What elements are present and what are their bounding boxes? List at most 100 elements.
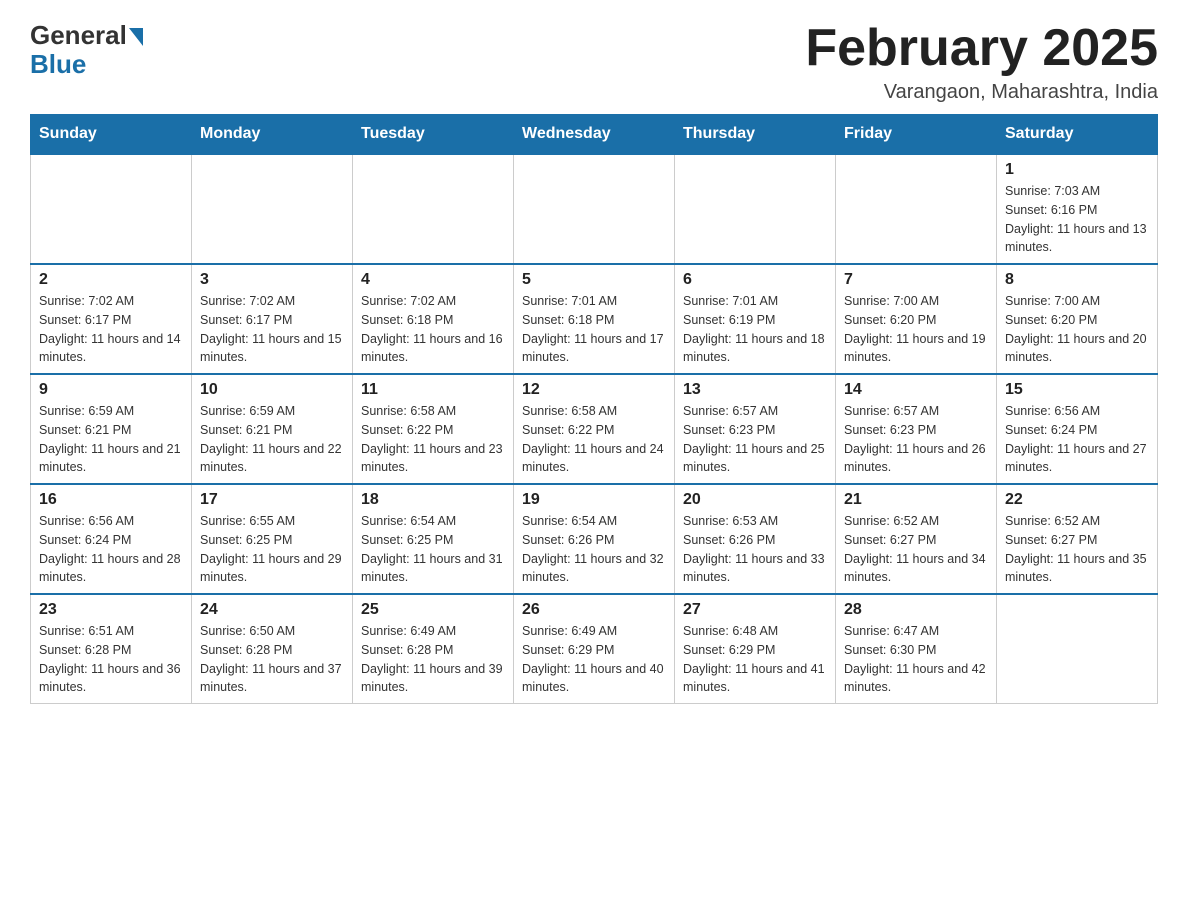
header-thursday: Thursday (675, 115, 836, 155)
day-info: Sunrise: 7:02 AMSunset: 6:17 PMDaylight:… (39, 292, 183, 367)
day-number: 24 (200, 601, 344, 619)
day-info: Sunrise: 6:58 AMSunset: 6:22 PMDaylight:… (361, 402, 505, 477)
day-info: Sunrise: 6:56 AMSunset: 6:24 PMDaylight:… (1005, 402, 1149, 477)
calendar-cell: 6 Sunrise: 7:01 AMSunset: 6:19 PMDaylight… (675, 264, 836, 374)
calendar-cell: 10 Sunrise: 6:59 AMSunset: 6:21 PMDayligh… (192, 374, 353, 484)
day-info: Sunrise: 7:00 AMSunset: 6:20 PMDaylight:… (1005, 292, 1149, 367)
day-number: 15 (1005, 381, 1149, 399)
day-number: 1 (1005, 161, 1149, 179)
day-number: 10 (200, 381, 344, 399)
header-wednesday: Wednesday (514, 115, 675, 155)
day-number: 22 (1005, 491, 1149, 509)
header-monday: Monday (192, 115, 353, 155)
header-saturday: Saturday (997, 115, 1158, 155)
week-row-3: 9Sunrise: 6:59 AMSunset: 6:21 PMDaylight… (31, 374, 1158, 484)
day-number: 20 (683, 491, 827, 509)
day-info: Sunrise: 6:57 AMSunset: 6:23 PMDaylight:… (844, 402, 988, 477)
calendar-cell: 5 Sunrise: 7:01 AMSunset: 6:18 PMDaylight… (514, 264, 675, 374)
day-number: 26 (522, 601, 666, 619)
day-info: Sunrise: 6:54 AMSunset: 6:26 PMDaylight:… (522, 512, 666, 587)
logo-arrow-icon (129, 28, 143, 46)
logo: General Blue (30, 20, 143, 80)
calendar-cell: 8 Sunrise: 7:00 AMSunset: 6:20 PMDaylight… (997, 264, 1158, 374)
day-number: 21 (844, 491, 988, 509)
calendar-cell (997, 594, 1158, 704)
calendar-cell: 20 Sunrise: 6:53 AMSunset: 6:26 PMDayligh… (675, 484, 836, 594)
week-row-1: 1 Sunrise: 7:03 AMSunset: 6:16 PMDaylight… (31, 154, 1158, 264)
day-number: 18 (361, 491, 505, 509)
day-info: Sunrise: 7:01 AMSunset: 6:18 PMDaylight:… (522, 292, 666, 367)
day-number: 3 (200, 271, 344, 289)
day-info: Sunrise: 6:53 AMSunset: 6:26 PMDaylight:… (683, 512, 827, 587)
logo-blue-text: Blue (30, 49, 86, 80)
day-number: 13 (683, 381, 827, 399)
calendar-cell (514, 154, 675, 264)
day-number: 23 (39, 601, 183, 619)
day-number: 2 (39, 271, 183, 289)
day-info: Sunrise: 6:56 AMSunset: 6:24 PMDaylight:… (39, 512, 183, 587)
day-info: Sunrise: 7:01 AMSunset: 6:19 PMDaylight:… (683, 292, 827, 367)
calendar-cell (675, 154, 836, 264)
header-tuesday: Tuesday (353, 115, 514, 155)
weekday-header-row: Sunday Monday Tuesday Wednesday Thursday… (31, 115, 1158, 155)
week-row-2: 2 Sunrise: 7:02 AMSunset: 6:17 PMDaylight… (31, 264, 1158, 374)
day-info: Sunrise: 6:49 AMSunset: 6:29 PMDaylight:… (522, 622, 666, 697)
calendar-cell: 7 Sunrise: 7:00 AMSunset: 6:20 PMDaylight… (836, 264, 997, 374)
calendar-cell: 27Sunrise: 6:48 AMSunset: 6:29 PMDayligh… (675, 594, 836, 704)
calendar-cell: 28 Sunrise: 6:47 AMSunset: 6:30 PMDayligh… (836, 594, 997, 704)
calendar-cell: 14 Sunrise: 6:57 AMSunset: 6:23 PMDayligh… (836, 374, 997, 484)
calendar-table: Sunday Monday Tuesday Wednesday Thursday… (30, 114, 1158, 704)
day-info: Sunrise: 6:47 AMSunset: 6:30 PMDaylight:… (844, 622, 988, 697)
calendar-cell: 16Sunrise: 6:56 AMSunset: 6:24 PMDayligh… (31, 484, 192, 594)
logo-general-text: General (30, 20, 127, 51)
day-info: Sunrise: 6:55 AMSunset: 6:25 PMDaylight:… (200, 512, 344, 587)
calendar-cell (353, 154, 514, 264)
calendar-cell: 2 Sunrise: 7:02 AMSunset: 6:17 PMDaylight… (31, 264, 192, 374)
day-number: 14 (844, 381, 988, 399)
header-friday: Friday (836, 115, 997, 155)
day-info: Sunrise: 6:49 AMSunset: 6:28 PMDaylight:… (361, 622, 505, 697)
day-number: 5 (522, 271, 666, 289)
calendar-cell: 19 Sunrise: 6:54 AMSunset: 6:26 PMDayligh… (514, 484, 675, 594)
day-info: Sunrise: 6:59 AMSunset: 6:21 PMDaylight:… (200, 402, 344, 477)
day-info: Sunrise: 6:52 AMSunset: 6:27 PMDaylight:… (844, 512, 988, 587)
day-info: Sunrise: 6:52 AMSunset: 6:27 PMDaylight:… (1005, 512, 1149, 587)
day-number: 19 (522, 491, 666, 509)
calendar-cell: 13 Sunrise: 6:57 AMSunset: 6:23 PMDayligh… (675, 374, 836, 484)
location-text: Varangaon, Maharashtra, India (805, 81, 1158, 104)
calendar-cell: 22 Sunrise: 6:52 AMSunset: 6:27 PMDayligh… (997, 484, 1158, 594)
day-number: 17 (200, 491, 344, 509)
day-info: Sunrise: 7:00 AMSunset: 6:20 PMDaylight:… (844, 292, 988, 367)
calendar-cell: 17 Sunrise: 6:55 AMSunset: 6:25 PMDayligh… (192, 484, 353, 594)
calendar-cell (31, 154, 192, 264)
day-number: 12 (522, 381, 666, 399)
calendar-cell: 4Sunrise: 7:02 AMSunset: 6:18 PMDaylight… (353, 264, 514, 374)
day-info: Sunrise: 7:02 AMSunset: 6:18 PMDaylight:… (361, 292, 505, 367)
day-number: 25 (361, 601, 505, 619)
calendar-cell: 1 Sunrise: 7:03 AMSunset: 6:16 PMDaylight… (997, 154, 1158, 264)
page-header: General Blue February 2025 Varangaon, Ma… (30, 20, 1158, 104)
day-number: 6 (683, 271, 827, 289)
day-info: Sunrise: 6:58 AMSunset: 6:22 PMDaylight:… (522, 402, 666, 477)
calendar-cell: 15 Sunrise: 6:56 AMSunset: 6:24 PMDayligh… (997, 374, 1158, 484)
day-info: Sunrise: 6:57 AMSunset: 6:23 PMDaylight:… (683, 402, 827, 477)
day-info: Sunrise: 6:54 AMSunset: 6:25 PMDaylight:… (361, 512, 505, 587)
calendar-cell (192, 154, 353, 264)
calendar-cell (836, 154, 997, 264)
day-number: 7 (844, 271, 988, 289)
week-row-4: 16Sunrise: 6:56 AMSunset: 6:24 PMDayligh… (31, 484, 1158, 594)
day-number: 11 (361, 381, 505, 399)
day-number: 28 (844, 601, 988, 619)
calendar-cell: 21 Sunrise: 6:52 AMSunset: 6:27 PMDayligh… (836, 484, 997, 594)
day-number: 8 (1005, 271, 1149, 289)
day-info: Sunrise: 7:03 AMSunset: 6:16 PMDaylight:… (1005, 182, 1149, 257)
calendar-cell: 26 Sunrise: 6:49 AMSunset: 6:29 PMDayligh… (514, 594, 675, 704)
week-row-5: 23Sunrise: 6:51 AMSunset: 6:28 PMDayligh… (31, 594, 1158, 704)
calendar-cell: 23Sunrise: 6:51 AMSunset: 6:28 PMDayligh… (31, 594, 192, 704)
day-info: Sunrise: 6:48 AMSunset: 6:29 PMDaylight:… (683, 622, 827, 697)
calendar-cell: 24Sunrise: 6:50 AMSunset: 6:28 PMDayligh… (192, 594, 353, 704)
title-section: February 2025 Varangaon, Maharashtra, In… (805, 20, 1158, 104)
calendar-cell: 11 Sunrise: 6:58 AMSunset: 6:22 PMDayligh… (353, 374, 514, 484)
header-sunday: Sunday (31, 115, 192, 155)
calendar-cell: 12 Sunrise: 6:58 AMSunset: 6:22 PMDayligh… (514, 374, 675, 484)
